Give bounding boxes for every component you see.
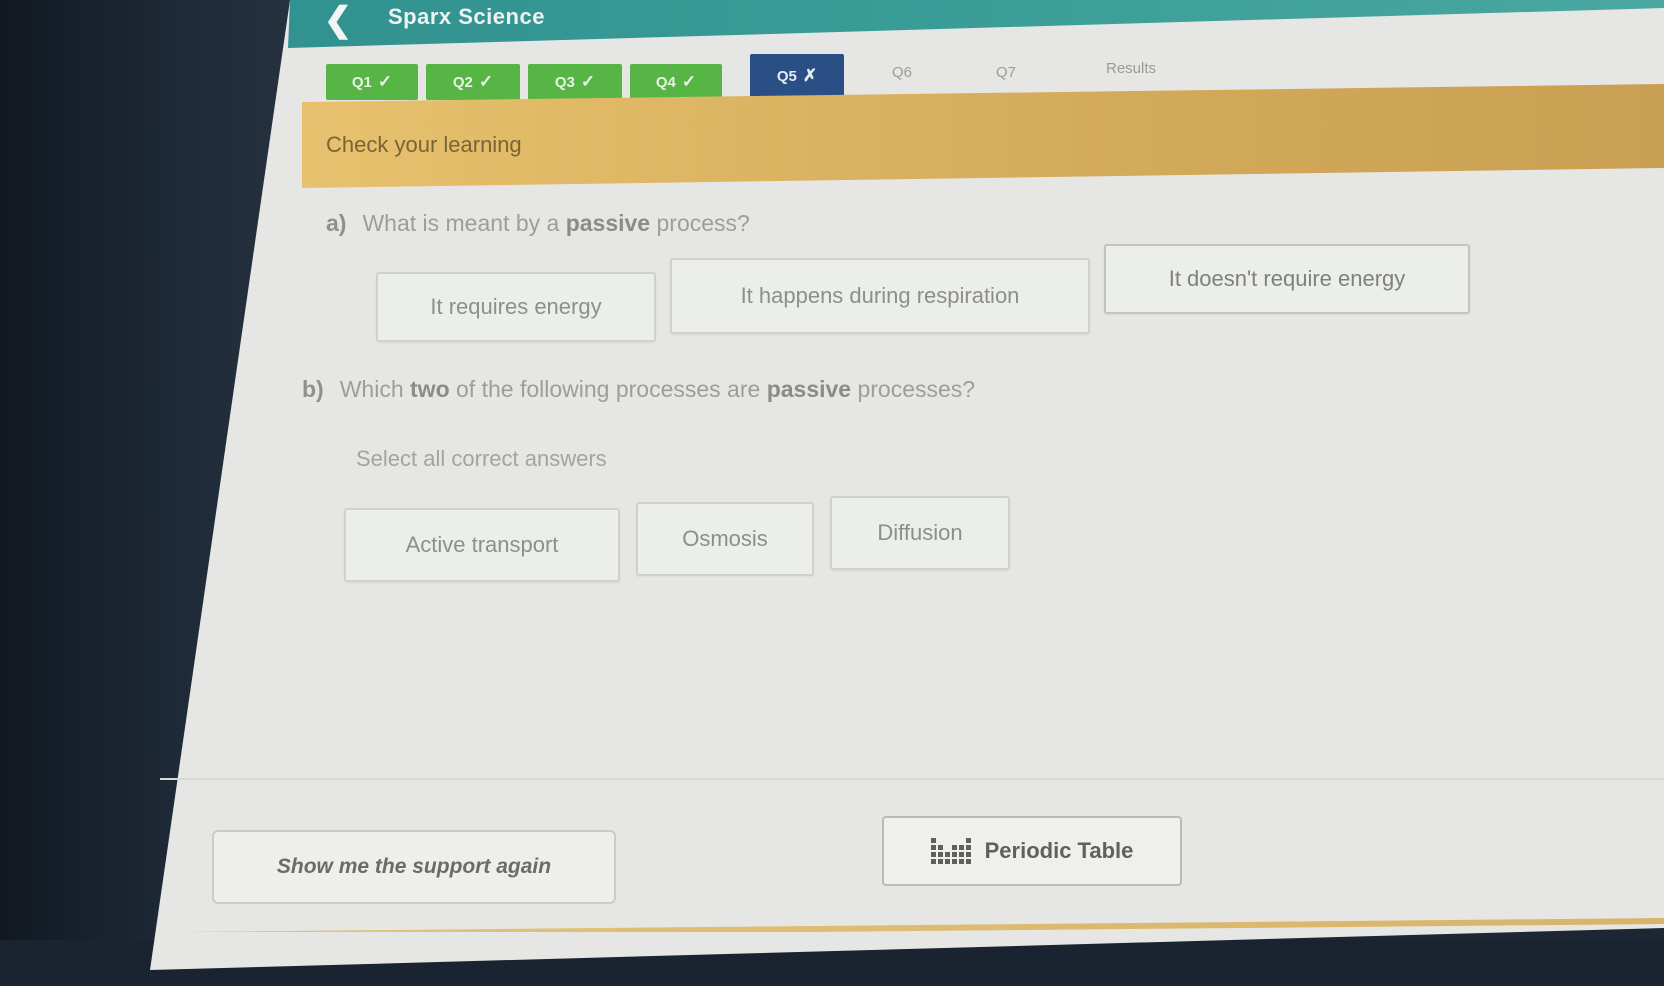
- check-icon: ✓: [681, 72, 697, 91]
- select-hint: Select all correct answers: [356, 446, 607, 471]
- check-icon: ✓: [377, 72, 393, 91]
- answer-a-1[interactable]: It requires energy: [376, 272, 656, 342]
- tab-results[interactable]: Results: [1066, 50, 1196, 86]
- tab-q6[interactable]: Q6: [862, 54, 942, 90]
- tab-q7[interactable]: Q7: [966, 54, 1046, 90]
- answer-b-3[interactable]: Diffusion: [830, 496, 1010, 570]
- tab-q5[interactable]: Q5 ✗: [750, 54, 844, 98]
- question-b-text-middle: of the following processes are: [449, 376, 767, 402]
- answer-label: It requires energy: [430, 294, 602, 319]
- question-a-text-bold: passive: [565, 210, 651, 236]
- question-b-text-suffix: processes?: [851, 376, 976, 402]
- question-b-label: b): [302, 376, 324, 402]
- question-a-label: a): [326, 210, 347, 236]
- tab-label: Q7: [995, 63, 1016, 81]
- question-a: a) What is meant by a passive process?: [326, 210, 750, 237]
- answer-label: Diffusion: [877, 520, 963, 545]
- question-b-text-prefix: Which: [339, 376, 411, 402]
- tab-label: Q6: [891, 63, 912, 81]
- answer-b-2[interactable]: Osmosis: [636, 502, 814, 576]
- answer-label: Active transport: [405, 532, 559, 557]
- question-a-text-prefix: What is meant by a: [362, 210, 566, 236]
- support-button-label: Show me the support again: [276, 855, 552, 878]
- tab-q1[interactable]: Q1 ✓: [326, 64, 418, 100]
- tab-label: Q5: [776, 67, 797, 85]
- app-title: Sparx Science: [388, 4, 545, 29]
- answer-b-1[interactable]: Active transport: [344, 508, 620, 582]
- question-a-text-suffix: process?: [650, 210, 750, 236]
- check-icon: ✓: [478, 72, 494, 91]
- periodic-table-icon: [930, 836, 971, 866]
- answer-label: It happens during respiration: [740, 283, 1020, 308]
- banner-title: Check your learning: [326, 132, 522, 157]
- tab-label: Q2: [452, 73, 473, 91]
- chevron-left-icon[interactable]: ❮: [318, 2, 358, 38]
- periodic-button-label: Periodic Table: [984, 838, 1134, 863]
- tab-label: Results: [1105, 59, 1157, 77]
- question-b: b) Which two of the following processes a…: [302, 376, 975, 403]
- tab-label: Q4: [655, 73, 676, 91]
- tab-label: Q3: [554, 73, 575, 91]
- answer-a-3[interactable]: It doesn't require energy: [1104, 244, 1470, 314]
- check-icon: ✓: [580, 72, 596, 91]
- answer-label: It doesn't require energy: [1168, 266, 1406, 291]
- periodic-table-button[interactable]: Periodic Table: [882, 816, 1182, 886]
- tab-q3[interactable]: Q3 ✓: [528, 64, 622, 100]
- cross-icon: ✗: [802, 66, 818, 85]
- footer-divider: [160, 778, 1664, 780]
- answer-a-2[interactable]: It happens during respiration: [670, 258, 1090, 334]
- support-button[interactable]: Show me the support again: [212, 830, 616, 904]
- tab-q4[interactable]: Q4 ✓: [630, 64, 722, 100]
- question-b-text-bold2: passive: [766, 376, 852, 402]
- tab-label: Q1: [351, 73, 372, 91]
- answer-label: Osmosis: [682, 526, 768, 551]
- tab-q2[interactable]: Q2 ✓: [426, 64, 520, 100]
- question-b-text-bold1: two: [410, 376, 450, 402]
